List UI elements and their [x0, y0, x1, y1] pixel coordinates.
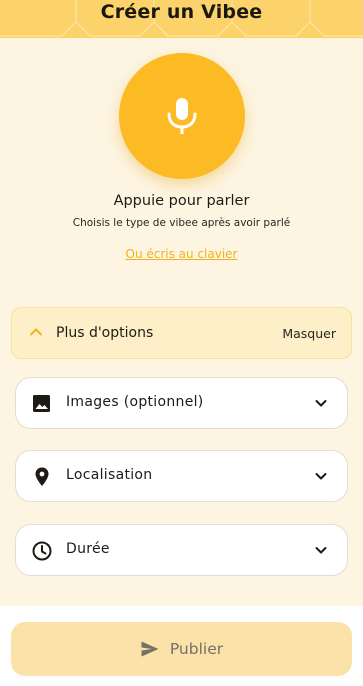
chevron-down-icon: [315, 473, 327, 480]
images-field[interactable]: Images (optionnel): [15, 377, 348, 429]
more-options-panel[interactable]: Plus d'options Masquer: [11, 307, 352, 359]
duration-field-label: Durée: [66, 541, 110, 557]
speak-title: Appuie pour parler: [113, 193, 250, 209]
location-field[interactable]: Localisation: [15, 450, 348, 502]
images-field-label: Images (optionnel): [66, 394, 204, 410]
chevron-down-icon: [315, 400, 327, 407]
hide-options-button[interactable]: Masquer: [282, 326, 336, 341]
clock-icon: [32, 541, 52, 561]
chevron-down-icon: [315, 547, 327, 554]
location-pin-icon: [35, 467, 49, 486]
more-options-label: Plus d'options: [56, 325, 154, 341]
app-header: Créer un Vibee: [0, 0, 363, 38]
chevron-up-icon: [30, 328, 42, 336]
location-field-label: Localisation: [66, 467, 153, 483]
page-title: Créer un Vibee: [100, 1, 263, 23]
bottom-action-bar: Publier: [0, 606, 363, 686]
publish-label: Publier: [169, 640, 224, 658]
duration-field[interactable]: Durée: [15, 524, 348, 576]
image-icon: [33, 395, 50, 412]
speak-subtitle: Choisis le type de vibee après avoir par…: [72, 217, 291, 229]
publish-button[interactable]: Publier: [11, 622, 352, 676]
record-voice-button[interactable]: [119, 53, 245, 179]
type-with-keyboard-link[interactable]: Ou écris au clavier: [0, 247, 363, 261]
microphone-icon: [167, 98, 197, 134]
send-icon: [141, 641, 159, 657]
